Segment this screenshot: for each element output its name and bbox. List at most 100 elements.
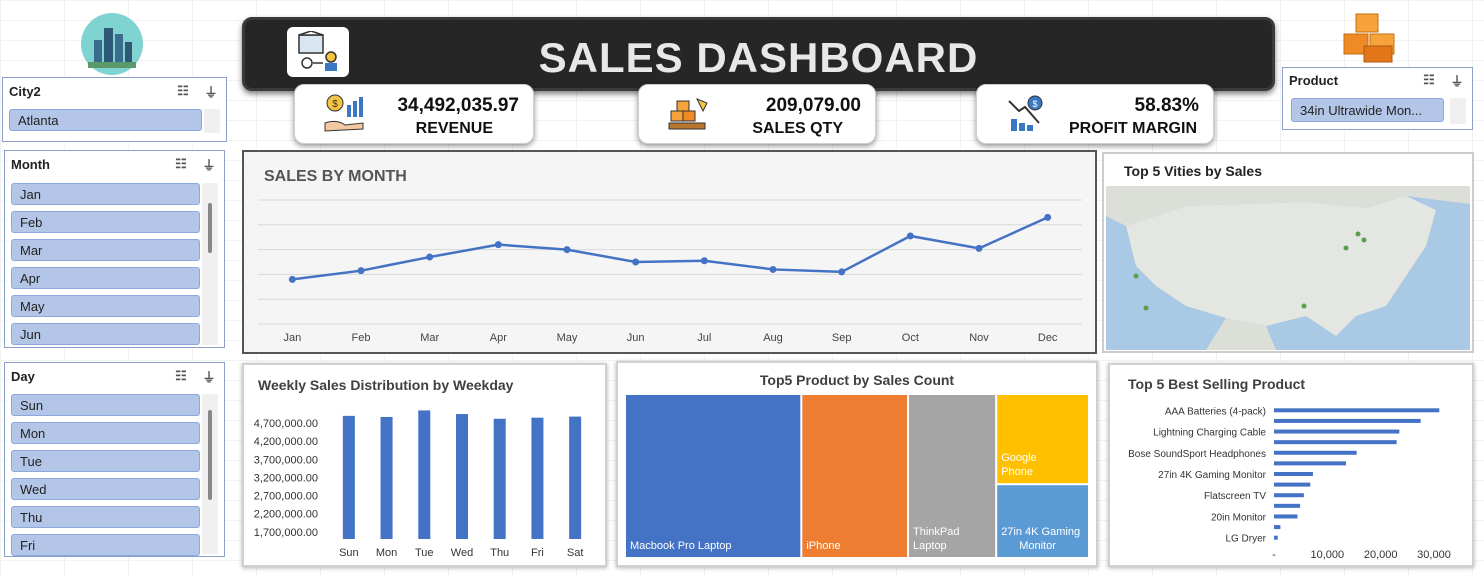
map-title: Top 5 Vities by Sales — [1124, 163, 1262, 179]
multi-select-icon[interactable]: ☷ — [174, 83, 192, 99]
scrollbar[interactable] — [204, 109, 220, 133]
day-slicer: Day ☷ ⏚ Sun Mon Tue Wed Thu Fri — [4, 362, 225, 557]
scrollbar-thumb[interactable] — [208, 203, 212, 253]
slicer-item-tue[interactable]: Tue — [11, 450, 200, 472]
boxes-pallet-icon — [667, 93, 711, 135]
product-slicer-header: Product ☷ ⏚ — [1283, 68, 1472, 92]
x-tick-label: Sun — [339, 547, 359, 559]
city-slicer: City2 ☷ ⏚ Atlanta — [2, 77, 227, 142]
map-panel: Top 5 Vities by Sales — [1102, 152, 1474, 353]
dashboard-title: SALES DASHBOARD — [538, 34, 979, 81]
weekly-sales-panel: Weekly Sales Distribution by Weekday 4,7… — [242, 363, 607, 567]
y-tick-label: 3,700,000.00 — [254, 454, 318, 466]
scrollbar-thumb[interactable] — [208, 410, 212, 500]
data-point — [632, 258, 640, 266]
scrollbar[interactable] — [1450, 98, 1466, 124]
data-point — [700, 257, 708, 265]
slicer-item-mon[interactable]: Mon — [11, 422, 200, 444]
kpi-profit-margin-card: $ 58.83% PROFIT MARGIN — [976, 84, 1214, 144]
bar — [1274, 472, 1313, 476]
sales-by-month-chart: Jan Feb Mar Apr May Jun Jul Aug Sep Oct Nov Dec — [258, 199, 1082, 344]
slicer-item-apr[interactable]: Apr — [11, 267, 200, 289]
x-tick-label: Thu — [490, 547, 509, 559]
x-tick-label: Jun — [627, 332, 645, 344]
revenue-value: 34,492,035.97 — [397, 95, 519, 116]
treemap-label: ThinkPad — [913, 526, 959, 538]
multi-select-icon[interactable]: ☷ — [172, 156, 190, 172]
scrollbar[interactable] — [202, 394, 218, 554]
month-slicer-title: Month — [11, 156, 50, 172]
x-tick-label: 10,000 — [1311, 549, 1345, 561]
city-slicer-header: City2 ☷ ⏚ — [3, 78, 226, 104]
slicer-item-mar[interactable]: Mar — [11, 239, 200, 261]
clear-filter-icon[interactable]: ⏚ — [200, 368, 218, 385]
revenue-label: REVENUE — [415, 120, 493, 137]
treemap-tile — [626, 395, 801, 557]
treemap-label: iPhone — [806, 540, 840, 552]
y-tick-label: 4,700,000.00 — [254, 418, 318, 430]
clear-filter-icon[interactable]: ⏚ — [200, 156, 218, 173]
y-tick-label: 4,200,000.00 — [254, 436, 318, 448]
profit-margin-label: PROFIT MARGIN — [1069, 120, 1197, 137]
bar — [531, 417, 544, 539]
x-tick-label: - — [1272, 549, 1276, 561]
treemap-label: Google — [1001, 452, 1036, 464]
slicer-item-thu[interactable]: Thu — [11, 506, 200, 528]
data-point — [1044, 213, 1052, 221]
x-tick-label: May — [557, 332, 578, 344]
multi-select-icon[interactable]: ☷ — [1420, 72, 1438, 88]
month-slicer-header: Month ☷ ⏚ — [5, 151, 224, 177]
multi-select-icon[interactable]: ☷ — [172, 368, 190, 384]
profit-margin-value: 58.83% — [1134, 95, 1199, 116]
slicer-item[interactable]: 34in Ultrawide Mon... — [1291, 98, 1444, 122]
bar — [418, 410, 431, 539]
bar — [342, 415, 355, 539]
treemap-label: Laptop — [913, 540, 947, 552]
x-tick-label: Jan — [283, 332, 301, 344]
y-tick-label: AAA Batteries (4-pack) — [1165, 406, 1266, 417]
slicer-item[interactable]: Atlanta — [9, 109, 202, 131]
treemap-label: Monitor — [1019, 540, 1056, 552]
x-tick-label: Nov — [969, 332, 989, 344]
us-landmass — [1126, 196, 1436, 336]
bar — [456, 414, 468, 539]
data-point — [769, 265, 777, 273]
y-tick-label: Lightning Charging Cable — [1153, 428, 1266, 439]
svg-text:$: $ — [1032, 99, 1037, 109]
treemap-tile — [802, 395, 908, 557]
clear-filter-icon[interactable]: ⏚ — [1448, 72, 1466, 89]
x-tick-label: Fri — [531, 547, 544, 559]
city-slicer-title: City2 — [9, 83, 41, 99]
bar — [1274, 429, 1400, 434]
slicer-item-may[interactable]: May — [11, 295, 200, 317]
month-slicer: Month ☷ ⏚ Jan Feb Mar Apr May Jun — [4, 150, 225, 348]
slicer-item-feb[interactable]: Feb — [11, 211, 200, 233]
slicer-item-jun[interactable]: Jun — [11, 323, 200, 345]
bar — [1274, 461, 1346, 466]
x-tick-label: Jul — [697, 332, 711, 344]
bar — [380, 416, 393, 539]
bar — [1274, 450, 1357, 455]
slicer-item-jan[interactable]: Jan — [11, 183, 200, 205]
scrollbar[interactable] — [202, 183, 218, 345]
city-icon — [80, 12, 144, 76]
money-hand-icon: $ — [323, 93, 367, 135]
day-slicer-title: Day — [11, 368, 35, 384]
data-point — [563, 246, 571, 254]
profit-chart-icon: $ — [1005, 93, 1049, 135]
x-tick-label: Sat — [567, 547, 584, 559]
clear-filter-icon[interactable]: ⏚ — [202, 83, 220, 100]
bar — [1274, 418, 1421, 423]
bar — [1274, 440, 1397, 445]
slicer-item-wed[interactable]: Wed — [11, 478, 200, 500]
data-point — [426, 253, 434, 261]
slicer-item-fri[interactable]: Fri — [11, 534, 200, 556]
bar — [1274, 482, 1311, 487]
y-tick-label: 20in Monitor — [1211, 512, 1267, 523]
us-map[interactable] — [1106, 186, 1470, 350]
x-tick-label: Feb — [352, 332, 371, 344]
sales-qty-value: 209,079.00 — [765, 95, 861, 116]
bar — [493, 418, 506, 539]
slicer-item-sun[interactable]: Sun — [11, 394, 200, 416]
data-point — [906, 232, 914, 240]
